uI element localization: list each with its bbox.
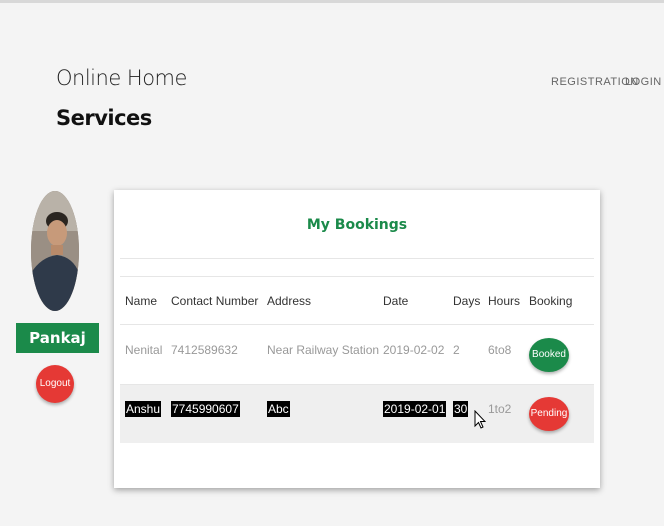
avatar <box>31 191 79 311</box>
row2-contact-text: 7745990607 <box>171 401 240 417</box>
avatar-photo <box>31 191 79 311</box>
row2-address-text: Abc <box>267 401 290 417</box>
divider <box>120 324 594 325</box>
brand-line-2: Services <box>56 106 152 130</box>
row2-date: 2019-02-01 <box>383 401 447 417</box>
row2-name-text: Anshu <box>125 401 162 417</box>
bookings-title: My Bookings <box>306 217 408 233</box>
row1-contact: 7412589632 <box>171 343 238 357</box>
username-badge: Pankaj <box>16 323 99 353</box>
row1-name: Nenital <box>125 343 163 357</box>
row2-address: Abc <box>267 401 290 417</box>
nav-login-link[interactable]: LOGIN <box>625 76 662 88</box>
row1-days: 2 <box>453 343 460 357</box>
row2-days: 30 <box>453 401 469 417</box>
row2-contact: 7745990607 <box>171 401 240 417</box>
column-header-hours: Hours <box>488 294 521 308</box>
logout-button[interactable]: Logout <box>36 365 74 403</box>
top-border <box>0 0 664 3</box>
column-header-address: Address <box>267 294 312 308</box>
brand-line-1: Online Home <box>56 66 187 90</box>
divider <box>120 276 594 277</box>
row2-hours: 1to2 <box>488 402 512 416</box>
column-header-name: Name <box>125 294 158 308</box>
row1-date: 2019-02-02 <box>383 343 445 357</box>
column-header-date: Date <box>383 294 409 308</box>
column-header-contact: Contact Number <box>171 294 259 308</box>
column-header-booking: Booking <box>529 294 573 308</box>
column-header-days: Days <box>453 294 481 308</box>
divider <box>120 258 594 259</box>
row2-days-text: 30 <box>453 401 469 417</box>
row2-date-text: 2019-02-01 <box>383 401 447 417</box>
booked-button[interactable]: Booked <box>529 338 569 372</box>
row1-hours: 6to8 <box>488 343 512 357</box>
pending-button[interactable]: Pending <box>529 397 569 431</box>
bookings-card: My Bookings Name Contact Number Address … <box>114 190 600 488</box>
row2-name: Anshu <box>125 401 162 417</box>
row1-address: Near Railway Station <box>267 343 380 357</box>
mouse-cursor-icon <box>474 410 486 429</box>
